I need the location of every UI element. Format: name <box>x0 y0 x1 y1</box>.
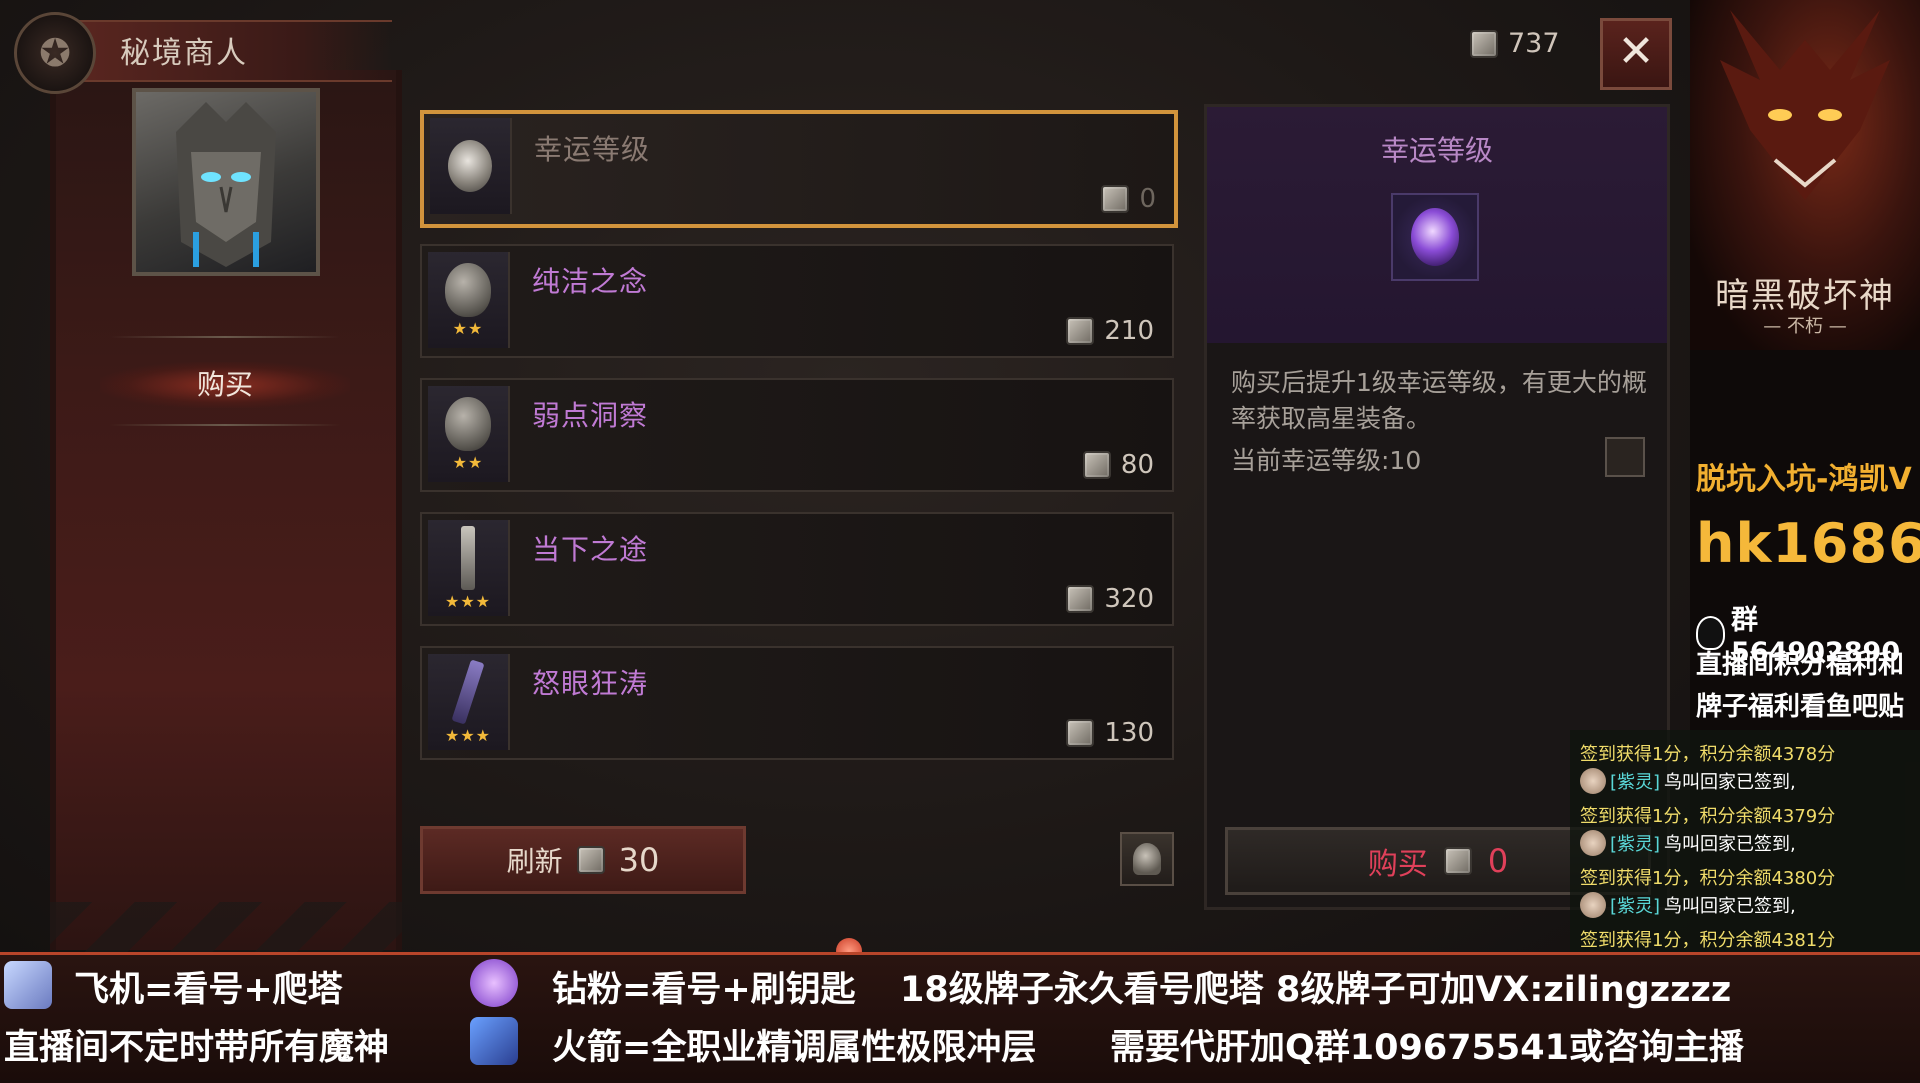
pentagram-star-icon: ✪ <box>14 12 96 94</box>
helmet-icon <box>1133 843 1161 875</box>
chat-badge: [紫灵] <box>1610 896 1661 917</box>
refresh-label: 刷新 <box>506 845 563 878</box>
blade-icon: ★★★ <box>428 654 510 750</box>
shop-item-luck[interactable]: 幸运等级 0 <box>420 110 1178 228</box>
ticker-text: 钻粉=看号+刷钥匙 <box>552 970 856 1010</box>
currency-cube-icon <box>1082 451 1111 479</box>
close-button[interactable]: ✕ <box>1600 18 1672 90</box>
chat-message: [紫灵] 鸟叫回家已签到, <box>1580 892 1796 918</box>
avatar <box>1580 768 1606 794</box>
shop-item[interactable]: ★★★ 怒眼狂涛 130 <box>420 646 1174 760</box>
ticker-text: 8级牌子可加VX:zilingzzzz <box>1276 970 1732 1010</box>
currency-value: 737 <box>1508 28 1560 59</box>
chat-message: 签到获得1分，积分余额4379分 <box>1580 806 1836 827</box>
star-rating: ★★★ <box>444 725 492 745</box>
currency-cube-icon <box>1443 847 1472 875</box>
chat-overlay: 签到获得1分，积分余额4378分 [紫灵] 鸟叫回家已签到, 签到获得1分，积分… <box>1570 730 1920 952</box>
price-value: 130 <box>1104 718 1154 748</box>
avatar <box>1580 830 1606 856</box>
chat-badge: [紫灵] <box>1610 834 1661 855</box>
currency-display: 737 <box>1470 28 1560 59</box>
divider <box>110 336 340 338</box>
buy-cost: 0 <box>1487 842 1509 880</box>
diamond-fan-icon <box>470 959 518 1007</box>
shop-item[interactable]: ★★★ 当下之途 320 <box>420 512 1174 626</box>
detail-current-level: 当前幸运等级:10 <box>1231 446 1422 475</box>
price-value: 80 <box>1120 450 1154 480</box>
ticker-text: 直播间不定时带所有魔神 <box>4 1028 390 1068</box>
promo-text: 脱坑入坑-鸿凯V <box>1696 462 1912 497</box>
ticker-text: 需要代肝加Q群109675541或咨询主播 <box>1110 1028 1744 1068</box>
helmet-icon: ★★ <box>428 252 510 348</box>
ticker-text: 火箭=全职业精调属性极限冲层 <box>552 1028 1037 1068</box>
item-name: 纯洁之念 <box>532 265 649 298</box>
chat-message: [紫灵] 鸟叫回家已签到, <box>1580 830 1796 856</box>
chat-message: [紫灵] 鸟叫回家已签到, <box>1580 768 1796 794</box>
chat-message: 签到获得1分，积分余额4381分 <box>1580 930 1836 951</box>
chat-badge: [紫灵] <box>1610 772 1661 793</box>
airplane-icon <box>4 961 52 1009</box>
item-price: 130 <box>1066 718 1154 748</box>
chat-text: 鸟叫回家已签到, <box>1664 834 1796 855</box>
star-rating: ★★ <box>452 318 484 338</box>
currency-cube-icon <box>1066 585 1095 613</box>
item-name: 怒眼狂涛 <box>532 667 649 700</box>
game-logo-subtitle: — 不朽 — <box>1763 316 1847 337</box>
currency-cube-icon <box>1101 185 1130 213</box>
promo-contact: hk168673 <box>1696 512 1920 575</box>
price-value: 210 <box>1104 316 1154 346</box>
rocket-icon <box>470 1017 518 1065</box>
item-name: 弱点洞察 <box>532 399 649 432</box>
merchant-title: 秘境商人 <box>120 36 248 71</box>
ticker-text: 飞机=看号+爬塔 <box>74 970 343 1010</box>
chat-text: 鸟叫回家已签到, <box>1664 772 1796 793</box>
shop-item[interactable]: ★★ 纯洁之念 210 <box>420 244 1174 358</box>
chat-message: 签到获得1分，积分余额4380分 <box>1580 868 1836 889</box>
item-price: 80 <box>1082 450 1154 480</box>
ticker-text: 18级牌子永久看号爬塔 <box>900 970 1264 1010</box>
sword-icon: ★★★ <box>428 520 510 616</box>
price-value: 0 <box>1139 184 1156 214</box>
refresh-cost: 30 <box>618 841 660 879</box>
helmet-icon: ★★ <box>428 386 510 482</box>
avatar <box>1580 892 1606 918</box>
sidebar-tab-buy[interactable]: 购买 <box>100 362 350 408</box>
game-logo-title: 暗黑破坏神 <box>1715 276 1895 316</box>
luck-orb-icon <box>430 118 512 214</box>
promo-text: 直播间积分福利和 <box>1696 650 1905 680</box>
info-icon[interactable] <box>1605 437 1645 477</box>
detail-title: 幸运等级 <box>1380 134 1493 167</box>
currency-cube-icon <box>1066 719 1095 747</box>
shop-item[interactable]: ★★ 弱点洞察 80 <box>420 378 1174 492</box>
buy-label: 购买 <box>1367 847 1428 882</box>
star-rating: ★★★ <box>444 591 492 611</box>
stream-ticker: 飞机=看号+爬塔 钻粉=看号+刷钥匙 18级牌子永久看号爬塔 8级牌子可加VX:… <box>0 952 1920 1083</box>
price-value: 320 <box>1104 584 1154 614</box>
chat-text: 鸟叫回家已签到, <box>1664 896 1796 917</box>
item-name: 当下之途 <box>532 533 649 566</box>
currency-cube-icon <box>1470 29 1498 58</box>
item-price: 0 <box>1101 184 1156 214</box>
game-window: ✪ 秘境商人 购买 737 ✕ 幸运等级 0 ★★ 纯洁之念 210 ★★ 弱点… <box>0 0 1690 952</box>
detail-header: 幸运等级 <box>1207 107 1667 343</box>
item-price: 320 <box>1066 584 1154 614</box>
item-price: 210 <box>1066 316 1154 346</box>
helmet-filter-button[interactable] <box>1120 832 1174 886</box>
currency-cube-icon <box>576 846 605 874</box>
currency-cube-icon <box>1066 317 1095 345</box>
refresh-button[interactable]: 刷新 30 <box>420 826 746 894</box>
promo-text: 牌子福利看鱼吧贴 <box>1696 692 1905 722</box>
chat-message: 签到获得1分，积分余额4378分 <box>1580 744 1836 765</box>
merchant-portrait <box>132 88 320 276</box>
divider <box>110 424 340 426</box>
detail-description: 购买后提升1级幸运等级，有更大的概率获取高星装备。 <box>1231 368 1647 433</box>
item-name: 幸运等级 <box>534 133 651 166</box>
star-rating: ★★ <box>452 452 484 472</box>
luck-gem-icon <box>1391 193 1479 281</box>
